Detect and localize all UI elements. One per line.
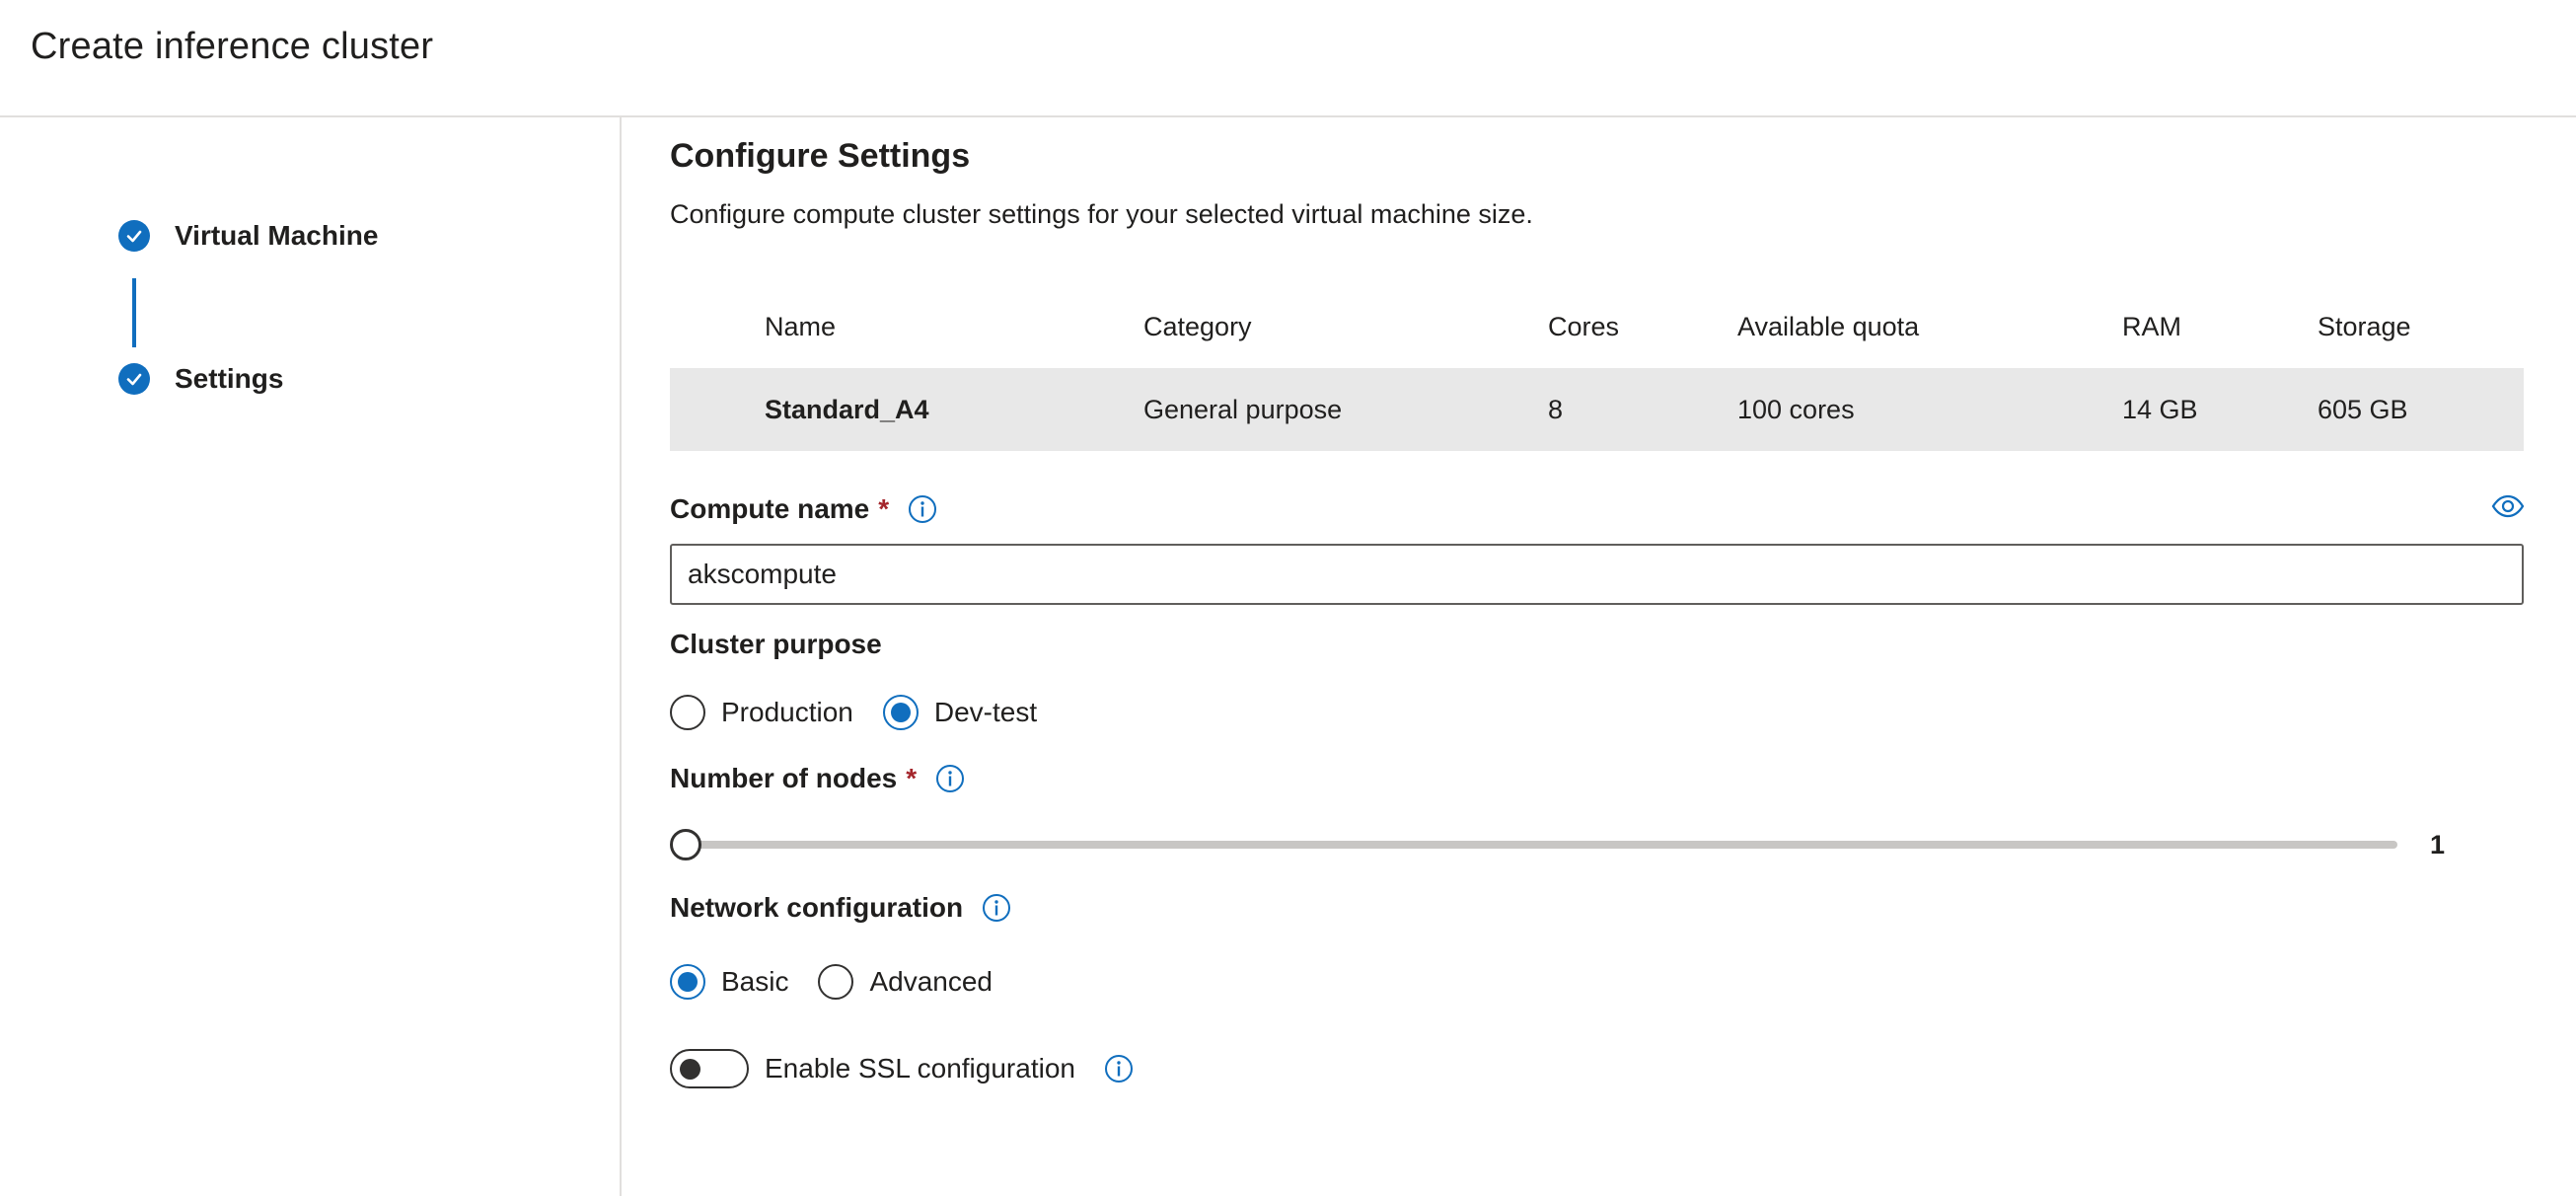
ssl-toggle-row: Enable SSL configuration (670, 1049, 1135, 1088)
network-configuration-radio-group: Basic Advanced (670, 964, 1022, 1000)
radio-button-unchecked[interactable] (670, 695, 705, 730)
network-configuration-label-text: Network configuration (670, 892, 964, 923)
column-header-category[interactable]: Category (1143, 285, 1252, 368)
number-of-nodes-label-text: Number of nodes (670, 763, 898, 793)
table-header-row: Name Category Cores Available quota RAM … (670, 285, 2524, 368)
info-icon[interactable] (907, 493, 938, 525)
radio-basic[interactable]: Basic (670, 964, 788, 1000)
column-header-ram[interactable]: RAM (2122, 285, 2181, 368)
radio-label: Advanced (869, 966, 994, 997)
slider-value: 1 (2430, 830, 2446, 860)
required-mark: * (878, 493, 890, 524)
info-icon[interactable] (934, 763, 966, 794)
column-header-name[interactable]: Name (765, 285, 836, 368)
radio-advanced[interactable]: Advanced (818, 964, 993, 1000)
radio-dev-test[interactable]: Dev-test (882, 695, 1038, 730)
required-mark: * (906, 763, 918, 793)
wizard-step-settings[interactable]: Settings (118, 359, 283, 399)
column-header-available-quota[interactable]: Available quota (1737, 285, 1919, 368)
checkmark-icon (118, 363, 150, 395)
radio-dot (678, 972, 698, 992)
vm-name-cell: Standard_A4 (765, 395, 929, 424)
radio-label: Basic (721, 966, 789, 997)
wizard-steps: Virtual Machine Settings (0, 117, 622, 1196)
vm-ram-cell: 14 GB (2122, 395, 2198, 424)
section-title: Configure Settings (670, 137, 971, 175)
toggle-knob (680, 1059, 700, 1080)
radio-label: Dev-test (933, 697, 1038, 727)
checkmark-icon (118, 220, 150, 252)
vm-quota-cell: 100 cores (1737, 395, 1855, 424)
cluster-purpose-label: Cluster purpose (670, 629, 882, 659)
radio-production[interactable]: Production (670, 695, 853, 730)
number-of-nodes-slider[interactable]: 1 (670, 823, 2544, 862)
page: Create inference cluster Virtual Machine… (0, 0, 2576, 1196)
ssl-toggle[interactable] (670, 1049, 749, 1088)
vm-category-cell: General purpose (1143, 395, 1343, 424)
radio-button-unchecked[interactable] (818, 964, 854, 1000)
info-icon[interactable] (1103, 1053, 1135, 1084)
network-configuration-label: Network configuration (670, 892, 1012, 924)
radio-button-checked[interactable] (882, 695, 919, 730)
wizard-step-virtual-machine[interactable]: Virtual Machine (118, 216, 378, 256)
radio-label: Production (721, 697, 853, 727)
section-description: Configure compute cluster settings for y… (670, 199, 1533, 229)
number-of-nodes-label: Number of nodes * (670, 763, 966, 794)
slider-track[interactable] (680, 841, 2397, 849)
eye-icon[interactable] (2491, 494, 2525, 518)
compute-name-input[interactable] (670, 544, 2524, 605)
radio-dot (890, 703, 911, 722)
compute-name-label: Compute name * (670, 493, 938, 525)
column-header-cores[interactable]: Cores (1548, 285, 1619, 368)
vm-size-table: Name Category Cores Available quota RAM … (670, 285, 2524, 451)
radio-button-checked[interactable] (670, 964, 705, 1000)
column-header-storage[interactable]: Storage (2318, 285, 2411, 368)
header: Create inference cluster (0, 0, 2576, 117)
vm-cores-cell: 8 (1548, 395, 1564, 424)
cluster-purpose-radio-group: Production Dev-test (670, 695, 1067, 730)
vm-storage-cell: 605 GB (2318, 395, 2408, 424)
compute-name-label-text: Compute name (670, 493, 870, 524)
slider-thumb[interactable] (670, 829, 701, 860)
wizard-step-label: Virtual Machine (175, 220, 379, 251)
page-title: Create inference cluster (31, 26, 434, 67)
wizard-step-connector (132, 278, 136, 347)
table-row[interactable]: Standard_A4 General purpose 8 100 cores … (670, 368, 2524, 451)
info-icon[interactable] (981, 892, 1012, 924)
ssl-toggle-label: Enable SSL configuration (765, 1053, 1075, 1084)
wizard-step-label: Settings (175, 363, 284, 394)
